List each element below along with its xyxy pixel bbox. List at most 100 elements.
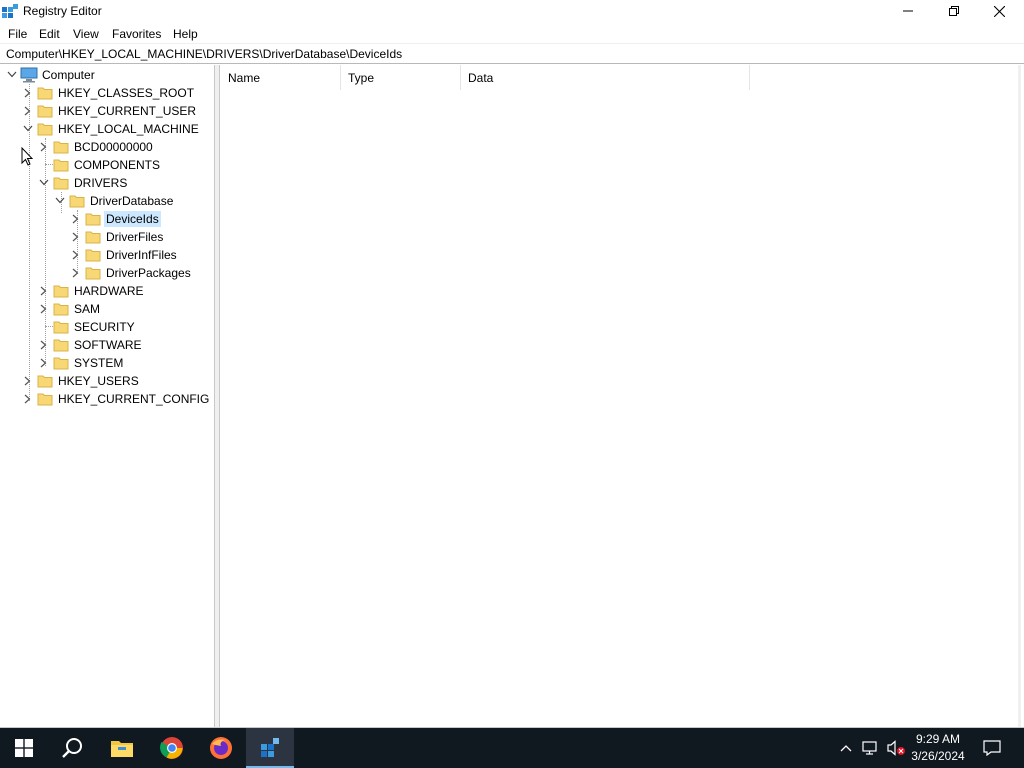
chevron-down-icon[interactable] [7, 71, 17, 79]
taskbar-clock[interactable]: 9:29 AM 3/26/2024 [906, 731, 970, 765]
address-path[interactable]: Computer\HKEY_LOCAL_MACHINE\DRIVERS\Driv… [6, 47, 402, 61]
computer-icon [20, 67, 38, 83]
network-icon [862, 741, 877, 755]
minimize-icon [903, 10, 913, 12]
tree-node-security[interactable]: SECURITY [0, 318, 215, 336]
show-hidden-icons-button[interactable] [836, 728, 856, 768]
minimize-button[interactable] [885, 0, 931, 22]
folder-icon [37, 87, 53, 100]
chevron-down-icon[interactable] [55, 197, 65, 205]
chevron-right-icon[interactable] [24, 394, 31, 404]
folder-icon [85, 213, 101, 226]
chevron-right-icon[interactable] [40, 142, 47, 152]
tree-node-label: SECURITY [74, 320, 135, 334]
tree-node-hkey-current-config[interactable]: HKEY_CURRENT_CONFIG [0, 390, 215, 408]
chevron-right-icon[interactable] [72, 268, 79, 278]
list-header: Name Type Data [221, 65, 1021, 90]
tree-node-label: DriverFiles [106, 230, 164, 244]
tree-node-label: HKEY_CLASSES_ROOT [58, 86, 195, 100]
tree-node-driverinffiles[interactable]: DriverInfFiles [0, 246, 215, 264]
volume-button[interactable] [884, 728, 908, 768]
clock-time: 9:29 AM [915, 732, 961, 746]
tree-node-label: HARDWARE [74, 284, 144, 298]
folder-icon [37, 393, 53, 406]
chevron-right-icon[interactable] [40, 340, 47, 350]
tree-node-computer[interactable]: Computer [0, 66, 215, 84]
tree-node-hkey-classes-root[interactable]: HKEY_CLASSES_ROOT [0, 84, 215, 102]
folder-icon [85, 267, 101, 280]
column-header-name[interactable]: Name [221, 65, 341, 90]
address-bar[interactable]: Computer\HKEY_LOCAL_MACHINE\DRIVERS\Driv… [0, 43, 1024, 64]
tree-node-system[interactable]: SYSTEM [0, 354, 215, 372]
action-center-button[interactable] [978, 728, 1006, 768]
chevron-right-icon[interactable] [72, 250, 79, 260]
chevron-right-icon[interactable] [40, 304, 47, 314]
values-list[interactable]: Name Type Data [221, 65, 1021, 727]
taskbar-chrome[interactable] [148, 728, 196, 768]
chrome-icon [160, 737, 183, 759]
tree-node-label: DRIVERS [74, 176, 128, 190]
restore-button[interactable] [931, 0, 977, 22]
start-button[interactable] [0, 728, 48, 768]
chevron-right-icon[interactable] [40, 358, 47, 368]
chevron-right-icon[interactable] [24, 88, 31, 98]
folder-icon [53, 303, 69, 316]
close-icon [993, 5, 1005, 17]
network-status-button[interactable] [860, 728, 882, 768]
chevron-right-icon[interactable] [24, 376, 31, 386]
chevron-right-icon[interactable] [24, 106, 31, 116]
taskbar-registry-editor[interactable] [246, 728, 294, 768]
menu-file[interactable]: File [8, 25, 27, 41]
tree-node-label: SYSTEM [74, 356, 124, 370]
chevron-right-icon[interactable] [40, 286, 47, 296]
chevron-right-icon[interactable] [72, 232, 79, 242]
mouse-cursor-icon [21, 147, 34, 166]
menu-edit[interactable]: Edit [39, 25, 60, 41]
tree-node-hardware[interactable]: HARDWARE [0, 282, 215, 300]
tree-node-deviceids[interactable]: DeviceIds [0, 210, 215, 228]
tree-node-driverpackages[interactable]: DriverPackages [0, 264, 215, 282]
folder-icon [85, 231, 101, 244]
vertical-scrollbar[interactable] [1018, 65, 1021, 727]
tree-node-label: BCD00000000 [74, 140, 153, 154]
folder-open-icon [69, 195, 85, 208]
menu-help[interactable]: Help [173, 25, 198, 41]
tree-node-driverfiles[interactable]: DriverFiles [0, 228, 215, 246]
tree-node-hkey-users[interactable]: HKEY_USERS [0, 372, 215, 390]
taskbar-file-explorer[interactable] [98, 728, 146, 768]
folder-open-icon [37, 123, 53, 136]
taskbar-firefox[interactable] [197, 728, 245, 768]
chevron-right-icon[interactable] [72, 214, 79, 224]
chevron-down-icon[interactable] [23, 125, 33, 133]
volume-muted-icon [887, 740, 905, 756]
folder-open-icon [53, 177, 69, 190]
folder-icon [53, 357, 69, 370]
tree-node-label: HKEY_LOCAL_MACHINE [58, 122, 199, 136]
tree-node-hkey-current-user[interactable]: HKEY_CURRENT_USER [0, 102, 215, 120]
title-bar: Registry Editor [0, 0, 1024, 23]
close-button[interactable] [976, 0, 1022, 22]
registry-editor-icon [2, 4, 18, 18]
folder-icon [53, 321, 69, 334]
tree-node-label: DeviceIds [104, 211, 161, 227]
tree-node-hkey-local-machine[interactable]: HKEY_LOCAL_MACHINE [0, 120, 215, 138]
column-header-type[interactable]: Type [341, 65, 461, 90]
menu-favorites[interactable]: Favorites [112, 25, 161, 41]
pane-splitter[interactable] [215, 65, 220, 727]
tree-node-software[interactable]: SOFTWARE [0, 336, 215, 354]
tree-node-label: HKEY_CURRENT_CONFIG [58, 392, 210, 406]
folder-icon [53, 285, 69, 298]
chevron-down-icon[interactable] [39, 179, 49, 187]
folder-icon [53, 159, 69, 172]
column-header-data[interactable]: Data [461, 65, 750, 90]
restore-icon [949, 6, 959, 16]
search-button[interactable] [48, 728, 96, 768]
tree-node-drivers[interactable]: DRIVERS [0, 174, 215, 192]
tree-node-driverdatabase[interactable]: DriverDatabase [0, 192, 215, 210]
tree-node-label: DriverDatabase [90, 194, 174, 208]
tree-node-sam[interactable]: SAM [0, 300, 215, 318]
notification-icon [983, 740, 1001, 756]
folder-icon [37, 375, 53, 388]
menu-view[interactable]: View [73, 25, 99, 41]
tree-node-label: HKEY_USERS [58, 374, 139, 388]
